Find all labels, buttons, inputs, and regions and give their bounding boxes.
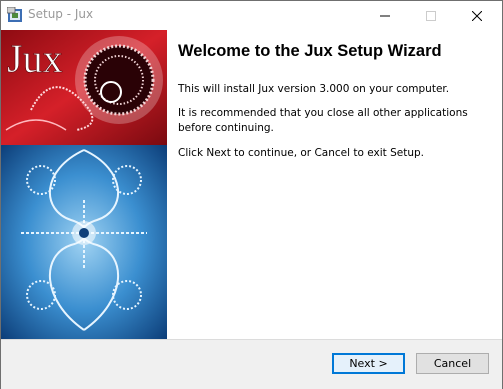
button-bar: Next > Cancel [1,339,502,389]
maximize-button[interactable] [408,1,454,30]
welcome-panel: Welcome to the Jux Setup Wizard This wil… [167,30,502,339]
cancel-button[interactable]: Cancel [416,353,489,374]
setup-window: Setup - Jux Jux Welcome to the Jux Setup… [0,0,503,389]
close-apps-advice: It is recommended that you close all oth… [178,107,468,134]
fractal-artwork: Jux [1,30,167,339]
minimize-button[interactable] [362,1,408,30]
logo-text: Jux [7,36,63,81]
title-bar[interactable]: Setup - Jux [1,1,502,30]
install-description: This will install Jux version 3.000 on y… [178,83,450,95]
close-button[interactable] [454,1,500,30]
next-button[interactable]: Next > [332,353,405,374]
page-title: Welcome to the Jux Setup Wizard [178,42,442,60]
maximize-icon [426,10,436,21]
close-icon [472,10,482,21]
wizard-side-image: Jux [1,30,167,339]
continue-instructions: Click Next to continue, or Cancel to exi… [178,147,424,159]
minimize-icon [380,15,390,16]
installer-icon [7,7,22,22]
window-title: Setup - Jux [28,7,94,21]
